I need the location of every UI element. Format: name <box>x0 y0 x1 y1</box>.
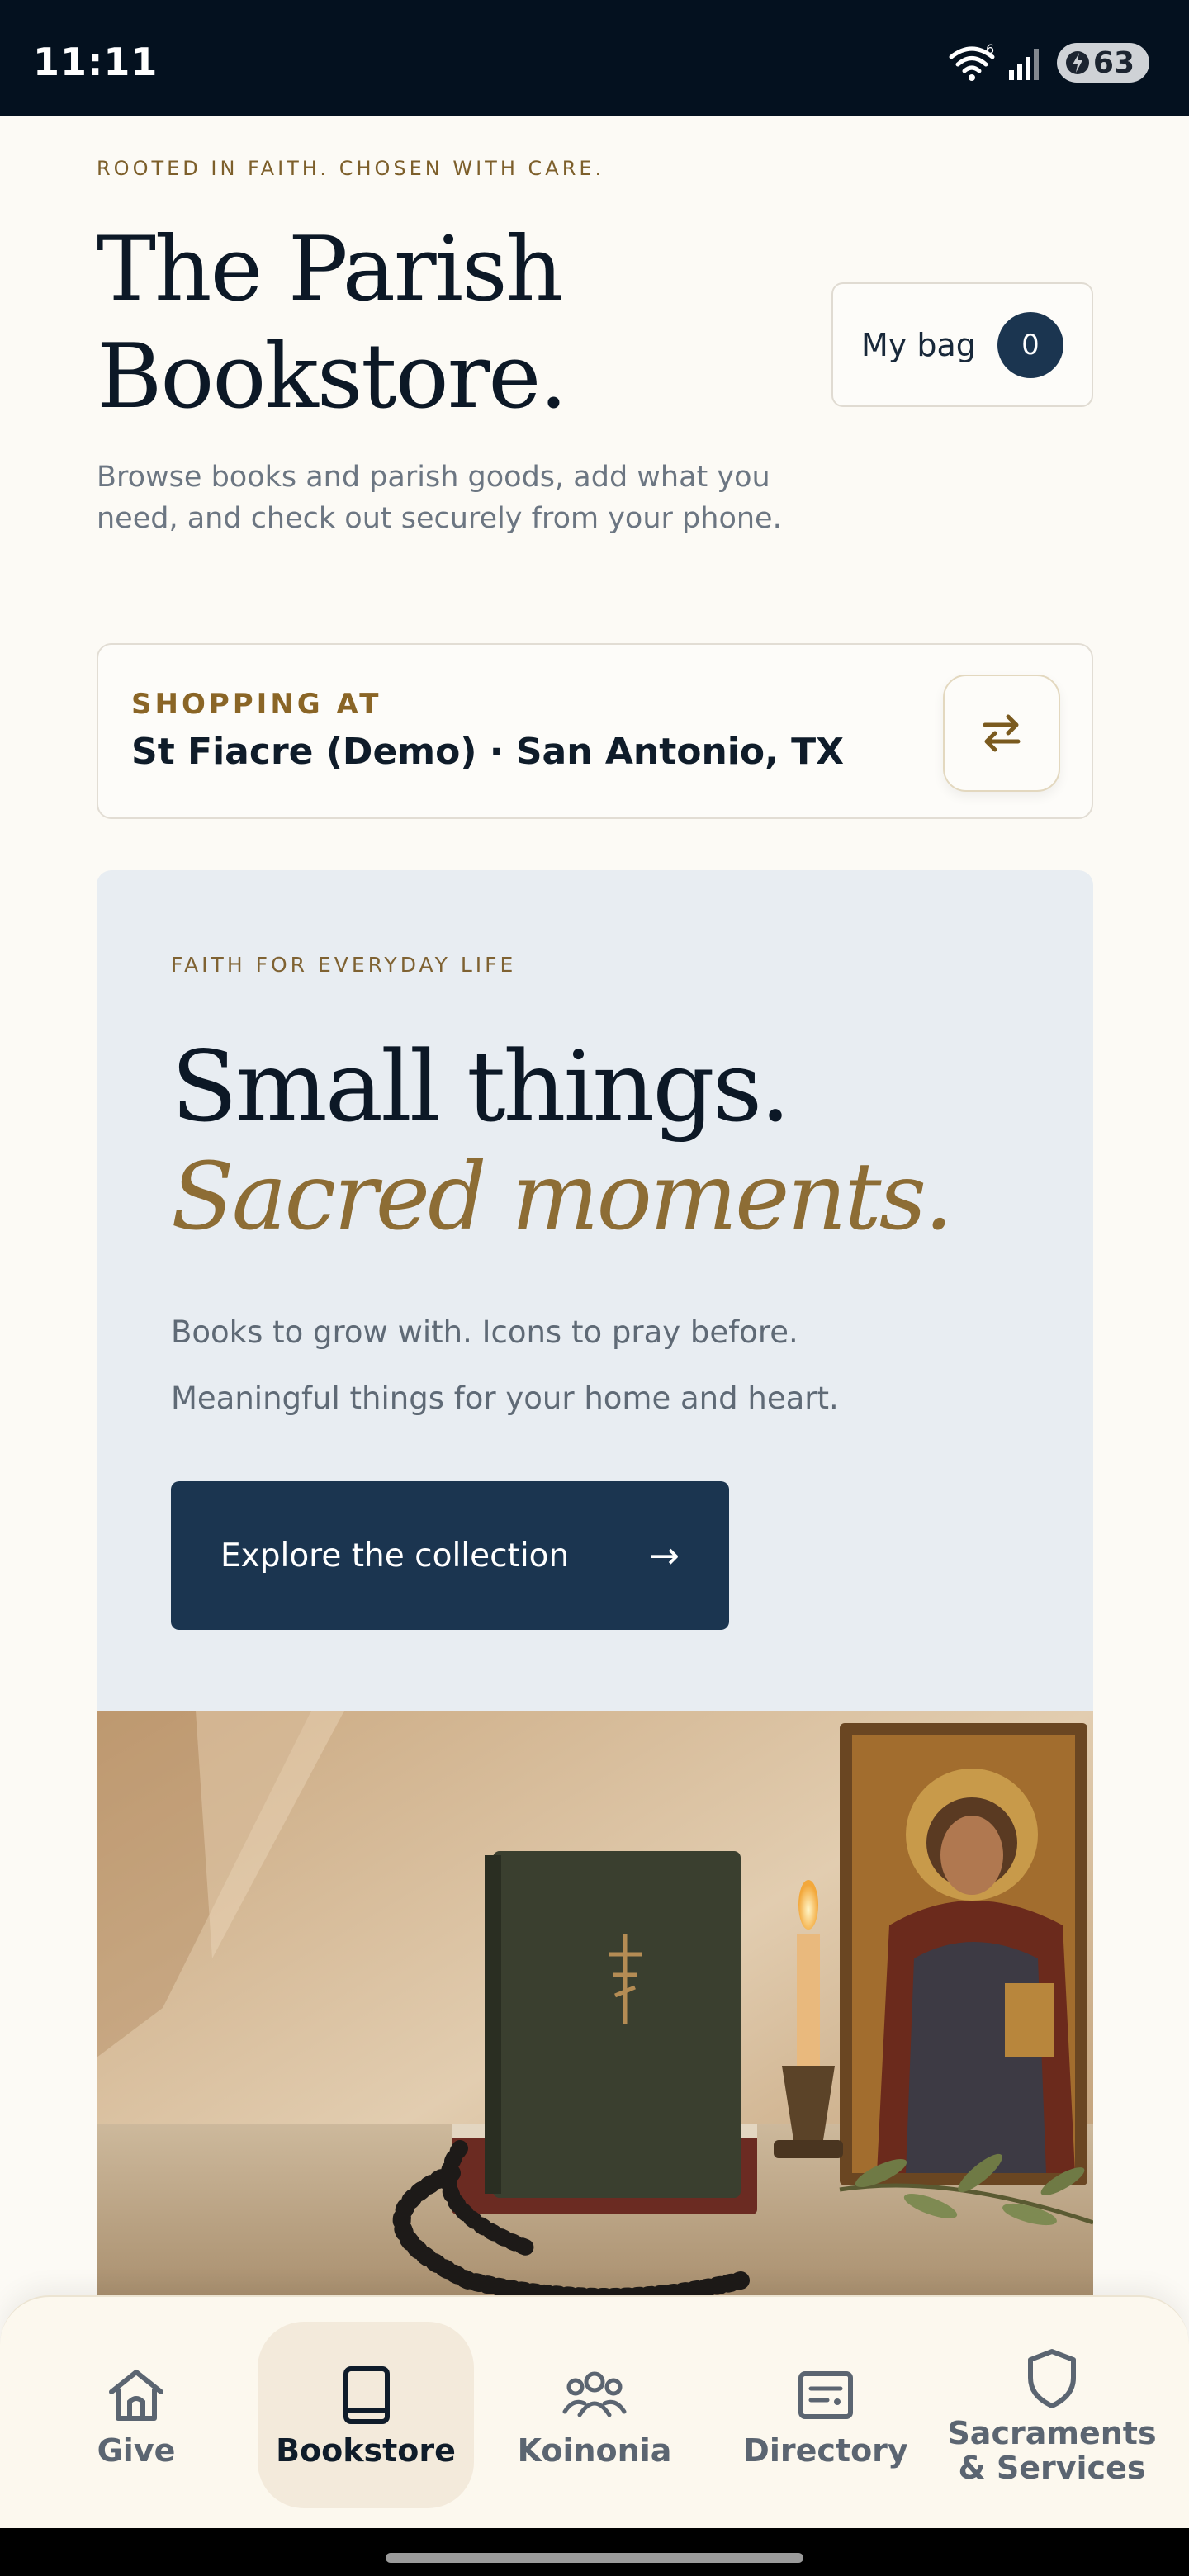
nav-label-bookstore: Bookstore <box>276 2432 456 2469</box>
explore-collection-button[interactable]: Explore the collection → <box>171 1481 729 1630</box>
status-icons: 6 63 <box>948 43 1149 83</box>
hero-body-line2: Meaningful things for your home and hear… <box>171 1380 839 1416</box>
nav-tab-give[interactable]: Give <box>66 2322 206 2508</box>
nav-label-give: Give <box>97 2432 176 2469</box>
store-tagline: ROOTED IN FAITH. CHOSEN WITH CARE. <box>97 157 605 180</box>
nav-tab-bookstore[interactable]: Bookstore <box>258 2322 474 2508</box>
still-life-illustration <box>97 1711 1093 2305</box>
book-icon <box>343 2366 390 2424</box>
nav-tab-sacraments[interactable]: Sacraments & Services <box>947 2322 1157 2508</box>
store-description: Browse books and parish goods, add what … <box>97 461 782 535</box>
swap-arrows-icon <box>983 714 1021 752</box>
status-bar: 11:11 6 63 <box>0 0 1189 116</box>
switch-parish-button[interactable] <box>943 675 1060 792</box>
signal-icon <box>1008 49 1039 80</box>
nav-label-sacraments-line1: Sacraments <box>947 2415 1157 2451</box>
battery-level: 63 <box>1092 45 1135 80</box>
page-title-line2: Bookstore. <box>97 325 568 429</box>
home-gesture-bar[interactable] <box>386 2553 803 2563</box>
church-icon <box>109 2370 163 2421</box>
status-time: 11:11 <box>33 40 159 84</box>
shopping-at-label: SHOPPING AT <box>131 688 382 721</box>
directory-card-icon <box>798 2371 853 2419</box>
nav-tab-directory[interactable]: Directory <box>735 2322 917 2508</box>
shield-icon <box>1028 2349 1076 2408</box>
nav-label-directory: Directory <box>743 2432 908 2469</box>
hero-headline: Small things. <box>171 1030 791 1144</box>
page-title-line1: The Parish <box>97 218 563 321</box>
nav-label-sacraments-line2: & Services <box>958 2450 1146 2486</box>
parish-location: St Fiacre (Demo) · San Antonio, TX <box>131 731 845 773</box>
my-bag-button[interactable]: My bag 0 <box>831 282 1093 407</box>
arrow-right-icon: → <box>649 1534 680 1577</box>
bottom-navigation: Give Bookstore Koinonia Directory Sacram… <box>0 2295 1189 2528</box>
shopping-at-card: SHOPPING AT St Fiacre (Demo) · San Anton… <box>97 643 1093 819</box>
wifi-icon: 6 <box>949 44 995 81</box>
network-badge: 6 <box>986 44 994 57</box>
nav-label-sacraments: Sacraments & Services <box>947 2416 1156 2485</box>
people-icon <box>562 2371 627 2417</box>
hero-eyebrow: FAITH FOR EVERYDAY LIFE <box>171 953 517 977</box>
page-title: The Parish Bookstore. <box>97 216 675 431</box>
my-bag-label: My bag <box>861 326 976 363</box>
hero-photo <box>97 1711 1093 2305</box>
gesture-area <box>0 2528 1189 2576</box>
nav-tab-koinonia[interactable]: Koinonia <box>512 2322 677 2508</box>
hero-banner: FAITH FOR EVERYDAY LIFE Small things. Sa… <box>97 870 1093 1717</box>
bag-count-badge: 0 <box>997 311 1063 378</box>
hero-body: Books to grow with. Icons to pray before… <box>171 1300 997 1432</box>
battery-indicator: 63 <box>1056 43 1149 83</box>
hero-headline-accent: Sacred moments. <box>171 1144 954 1251</box>
explore-collection-label: Explore the collection <box>220 1537 570 1574</box>
hero-body-line1: Books to grow with. Icons to pray before… <box>171 1314 798 1350</box>
charging-bolt-icon <box>1065 51 1089 74</box>
nav-label-koinonia: Koinonia <box>517 2432 672 2469</box>
